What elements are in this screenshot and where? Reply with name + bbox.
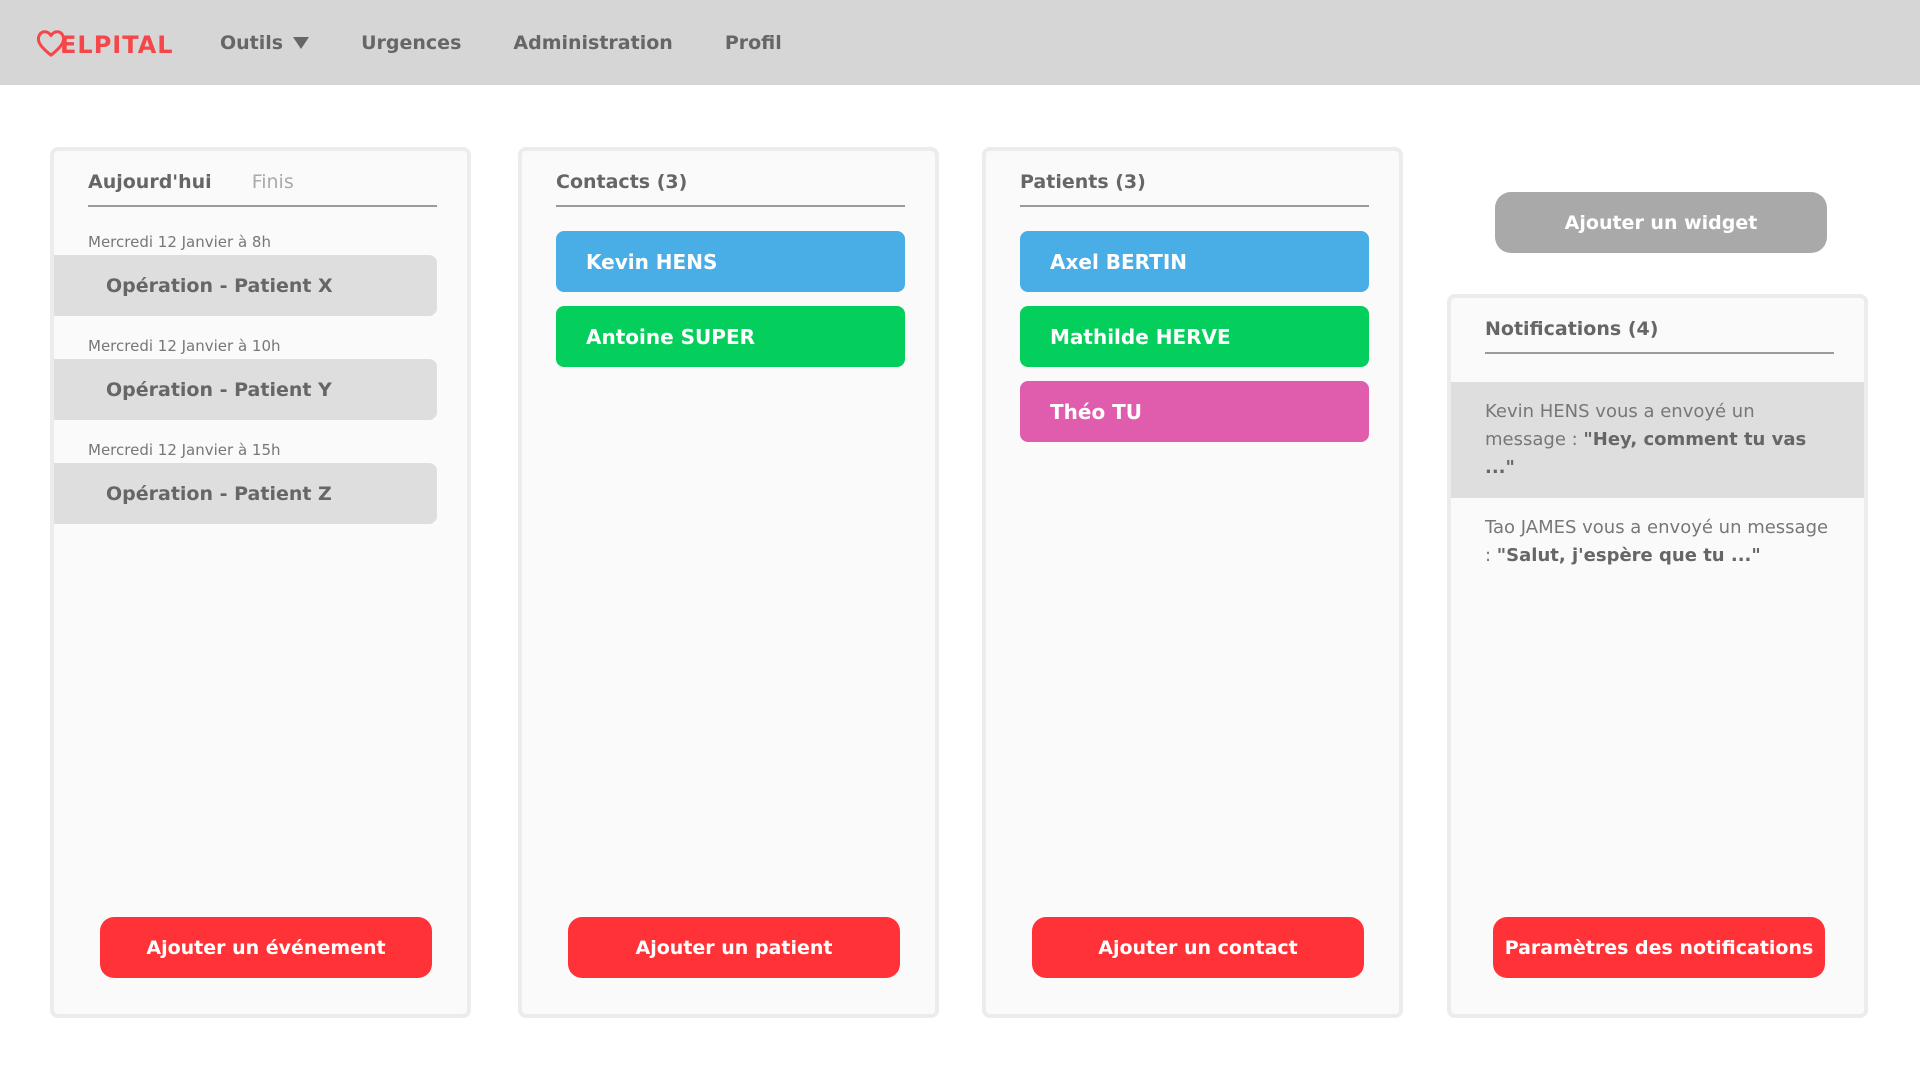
contacts-title: Contacts (3): [556, 171, 688, 193]
notifications-list: Kevin HENS vous a envoyé un message : "H…: [1451, 382, 1864, 586]
event-item[interactable]: Opération - Patient Y: [54, 359, 437, 420]
nav-emergencies[interactable]: Urgences: [361, 32, 461, 54]
notification-settings-button[interactable]: Paramètres des notifications: [1493, 917, 1825, 978]
events-card: Aujourd'hui Finis Mercredi 12 Janvier à …: [50, 147, 471, 1018]
nav-tools-label: Outils: [220, 32, 284, 54]
patients-title: Patients (3): [1020, 171, 1146, 193]
notification-quote: "Salut, j'espère que tu ...": [1496, 545, 1761, 566]
tab-finished[interactable]: Finis: [252, 171, 294, 193]
notification-item[interactable]: Tao JAMES vous a envoyé un message : "Sa…: [1451, 498, 1864, 586]
contact-item[interactable]: Kevin HENS: [556, 231, 905, 292]
patients-card-header: Patients (3): [1020, 171, 1369, 207]
patient-item[interactable]: Théo TU: [1020, 381, 1369, 442]
app-logo[interactable]: ELPITAL: [36, 26, 174, 60]
notification-item[interactable]: Kevin HENS vous a envoyé un message : "H…: [1451, 382, 1864, 498]
patients-list: Axel BERTIN Mathilde HERVE Théo TU: [1020, 231, 1369, 456]
nav-tools[interactable]: Outils: [220, 32, 310, 54]
top-navbar: ELPITAL Outils Urgences Administration P…: [0, 0, 1920, 85]
contacts-list: Kevin HENS Antoine SUPER: [556, 231, 905, 381]
notifications-card-header: Notifications (4): [1485, 318, 1834, 354]
events-card-header: Aujourd'hui Finis: [88, 171, 437, 207]
event-item[interactable]: Opération - Patient X: [54, 255, 437, 316]
add-widget-button[interactable]: Ajouter un widget: [1495, 192, 1827, 253]
event-date: Mercredi 12 Janvier à 10h: [88, 337, 281, 355]
contact-item[interactable]: Antoine SUPER: [556, 306, 905, 367]
patient-item[interactable]: Mathilde HERVE: [1020, 306, 1369, 367]
app-logo-text: ELPITAL: [60, 31, 174, 59]
add-event-button[interactable]: Ajouter un événement: [100, 917, 432, 978]
event-item[interactable]: Opération - Patient Z: [54, 463, 437, 524]
add-contact-button[interactable]: Ajouter un contact: [1032, 917, 1364, 978]
notifications-card: Notifications (4) Kevin HENS vous a envo…: [1447, 294, 1868, 1018]
chevron-down-icon: [293, 37, 310, 49]
main-nav: Outils Urgences Administration Profil: [220, 28, 782, 58]
patient-item[interactable]: Axel BERTIN: [1020, 231, 1369, 292]
nav-administration[interactable]: Administration: [513, 32, 672, 54]
patients-card: Patients (3) Axel BERTIN Mathilde HERVE …: [982, 147, 1403, 1018]
events-list: Mercredi 12 Janvier à 8h Opération - Pat…: [54, 231, 437, 543]
tab-today[interactable]: Aujourd'hui: [88, 171, 212, 193]
contacts-card-header: Contacts (3): [556, 171, 905, 207]
contacts-card: Contacts (3) Kevin HENS Antoine SUPER Aj…: [518, 147, 939, 1018]
notifications-title: Notifications (4): [1485, 318, 1659, 340]
add-patient-button[interactable]: Ajouter un patient: [568, 917, 900, 978]
nav-profile[interactable]: Profil: [725, 32, 782, 54]
event-date: Mercredi 12 Janvier à 15h: [88, 441, 281, 459]
event-date: Mercredi 12 Janvier à 8h: [88, 233, 271, 251]
